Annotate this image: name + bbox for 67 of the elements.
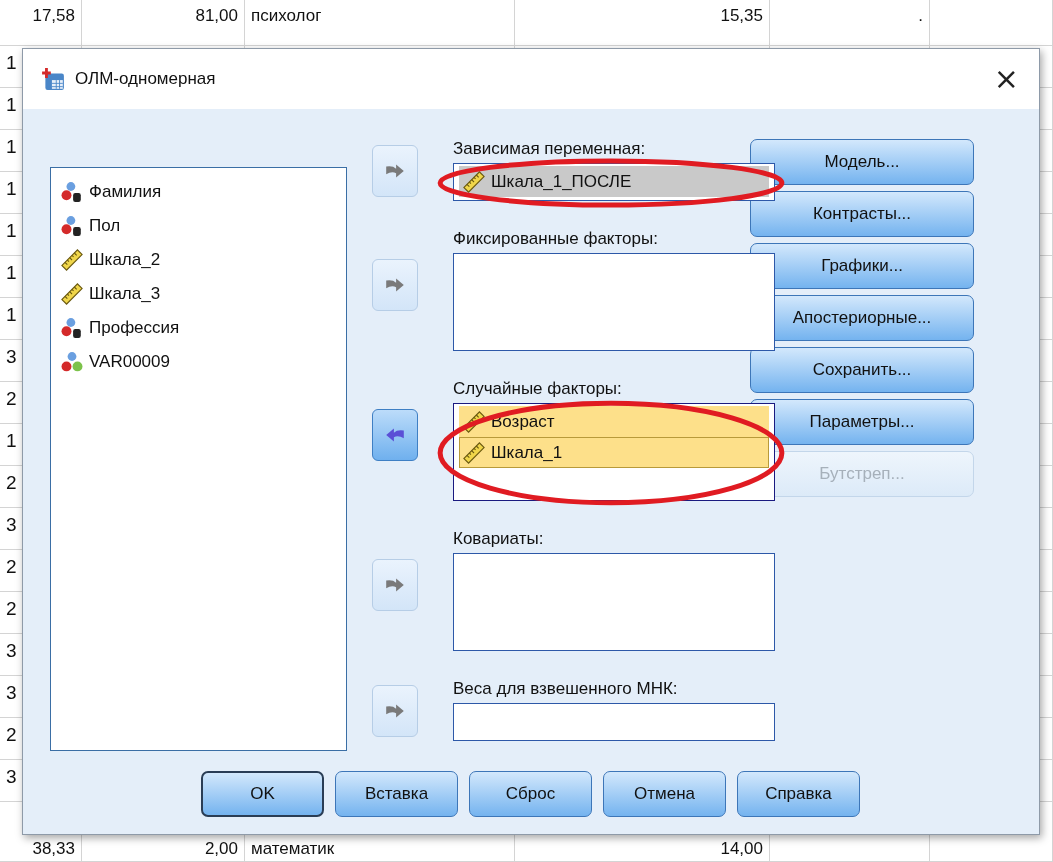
- window-title: ОЛМ-одномерная: [75, 69, 217, 89]
- close-button[interactable]: ×: [985, 64, 1027, 94]
- table-cell: 1: [6, 220, 17, 241]
- table-cell: 3: [6, 346, 17, 367]
- table-cell: 38,33: [32, 839, 75, 858]
- dialog-button[interactable]: Сброс: [469, 771, 592, 817]
- table-cell: 81,00: [195, 6, 238, 25]
- table-cell: психолог: [251, 6, 322, 25]
- variable-item[interactable]: Шкала_1_ПОСЛЕ: [459, 166, 769, 197]
- table-cell: 15,35: [720, 6, 763, 25]
- input-field[interactable]: [453, 703, 775, 741]
- field-label: Зависимая переменная:: [453, 139, 647, 159]
- dialog-button[interactable]: Отмена: [603, 771, 726, 817]
- table-cell: 17,58: [32, 6, 75, 25]
- table-cell: 14,00: [720, 839, 763, 858]
- move-button[interactable]: [372, 145, 418, 197]
- nominal-icon: [61, 350, 83, 373]
- variable-item[interactable]: Шкала_3: [61, 278, 336, 309]
- ruler-icon: [463, 170, 485, 193]
- list-box[interactable]: [453, 553, 775, 651]
- variable-item[interactable]: VAR00009: [61, 346, 336, 377]
- table-cell: 3: [6, 682, 17, 703]
- table-cell: 3: [6, 514, 17, 535]
- ruler-icon: [463, 441, 485, 464]
- variable-item[interactable]: Шкала_1: [459, 437, 769, 468]
- dialog-button[interactable]: Сохранить...: [750, 347, 974, 393]
- table-cell: 1: [6, 262, 17, 283]
- dialog-button[interactable]: OK: [201, 771, 324, 817]
- move-button[interactable]: [372, 559, 418, 611]
- variable-list[interactable]: Фамилия Пол Шкала_2 Шкала_3 Профессия VAR00009: [50, 167, 347, 751]
- list-box[interactable]: [453, 253, 775, 351]
- table-cell: 3: [6, 640, 17, 661]
- dialog-button[interactable]: Модель...: [750, 139, 974, 185]
- dialog-button[interactable]: Справка: [737, 771, 860, 817]
- table-cell: 2: [6, 598, 17, 619]
- variable-item[interactable]: Профессия: [61, 312, 336, 343]
- table-cell: 2,00: [204, 839, 238, 858]
- table-cell: 2: [6, 724, 17, 745]
- table-icon: [41, 67, 65, 91]
- table-cell: 3: [6, 766, 17, 787]
- table-cell: 1: [6, 430, 17, 451]
- table-cell: 1: [6, 178, 17, 199]
- table-cell: 1: [6, 304, 17, 325]
- table-cell: 1: [6, 52, 17, 73]
- nominal-string-icon: [61, 316, 83, 339]
- table-cell: .: [918, 6, 923, 25]
- dialog-button[interactable]: Вставка: [335, 771, 458, 817]
- dialog-button[interactable]: Графики...: [750, 243, 974, 289]
- field-label: Случайные факторы:: [453, 379, 623, 399]
- variable-item[interactable]: Фамилия: [61, 176, 336, 207]
- table-cell: математик: [251, 839, 335, 858]
- field-label: Фиксированные факторы:: [453, 229, 659, 249]
- nominal-string-icon: [61, 214, 83, 237]
- table-cell: 1: [6, 136, 17, 157]
- table-cell: 2: [6, 556, 17, 577]
- table-cell: 2: [6, 472, 17, 493]
- table-cell: 1: [6, 94, 17, 115]
- dialog-button[interactable]: Контрасты...: [750, 191, 974, 237]
- move-button[interactable]: [372, 409, 418, 461]
- table-cell: 2: [6, 388, 17, 409]
- nominal-string-icon: [61, 180, 83, 203]
- field-label: Ковариаты:: [453, 529, 545, 549]
- field-label: Веса для взвешенного МНК:: [453, 679, 679, 699]
- move-button[interactable]: [372, 259, 418, 311]
- variable-item[interactable]: Шкала_2: [61, 244, 336, 275]
- variable-item[interactable]: Пол: [61, 210, 336, 241]
- move-button[interactable]: [372, 685, 418, 737]
